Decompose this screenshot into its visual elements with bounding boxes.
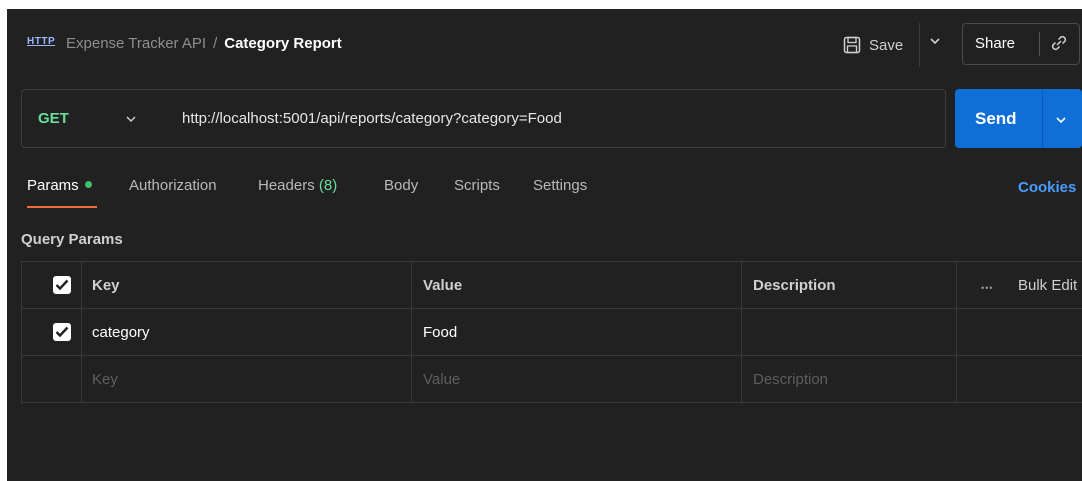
- tab-authorization[interactable]: Authorization: [129, 177, 217, 194]
- cookies-link[interactable]: Cookies: [1018, 179, 1076, 196]
- send-button[interactable]: Send: [975, 109, 1017, 129]
- request-editor: HTTP Expense Tracker API / Category Report…: [7, 9, 1082, 481]
- save-button[interactable]: Save: [843, 32, 903, 58]
- breadcrumb-separator: /: [213, 35, 218, 52]
- divider: [1042, 89, 1043, 148]
- divider: [919, 23, 920, 67]
- column-header-value: Value: [423, 277, 463, 294]
- param-enabled-checkbox[interactable]: [53, 323, 71, 341]
- url-bar: GET http://localhost:5001/api/reports/ca…: [21, 89, 946, 148]
- tab-scripts[interactable]: Scripts: [454, 177, 500, 194]
- select-all-checkbox[interactable]: [53, 276, 71, 294]
- params-indicator-dot: [84, 181, 92, 188]
- param-key-input[interactable]: category: [92, 324, 150, 341]
- save-label: Save: [869, 36, 904, 54]
- tab-body[interactable]: Body: [384, 177, 418, 194]
- method-chevron-down-icon[interactable]: [125, 112, 137, 130]
- table-header-row: Key Value Description ••• Bulk Edit: [22, 262, 1082, 309]
- divider: [1039, 32, 1040, 56]
- save-icon: [843, 36, 861, 54]
- save-options-chevron-icon[interactable]: [929, 35, 941, 50]
- query-params-title: Query Params: [21, 231, 123, 248]
- request-header: HTTP Expense Tracker API / Category Report…: [7, 9, 1082, 81]
- tab-headers[interactable]: Headers (8): [258, 177, 337, 194]
- url-input[interactable]: http://localhost:5001/api/reports/catego…: [182, 110, 562, 127]
- send-button-group: Send: [955, 89, 1082, 148]
- tab-label: Headers: [258, 177, 315, 194]
- new-key-input[interactable]: Key: [92, 371, 118, 388]
- active-tab-indicator: [27, 206, 97, 208]
- headers-count-badge: (8): [318, 177, 338, 194]
- share-button-group: Share: [962, 23, 1080, 65]
- table-row-empty: Key Value Description: [22, 356, 1082, 403]
- param-value-input[interactable]: Food: [423, 324, 457, 341]
- column-header-key: Key: [92, 277, 120, 294]
- new-value-input[interactable]: Value: [423, 371, 460, 388]
- table-row: category Food: [22, 309, 1082, 356]
- query-params-table: Key Value Description ••• Bulk Edit cate…: [21, 261, 1082, 404]
- breadcrumb: Expense Tracker API / Category Report: [66, 35, 342, 52]
- tab-params[interactable]: Params: [27, 177, 92, 194]
- http-icon: HTTP: [27, 36, 56, 47]
- tab-label: Params: [27, 177, 79, 194]
- send-options-chevron-icon[interactable]: [1055, 113, 1067, 131]
- breadcrumb-collection[interactable]: Expense Tracker API: [66, 35, 206, 52]
- more-options-icon[interactable]: •••: [981, 283, 993, 293]
- bulk-edit-button[interactable]: Bulk Edit: [1018, 277, 1077, 294]
- share-button[interactable]: Share: [975, 35, 1015, 52]
- column-header-description: Description: [753, 277, 836, 294]
- tab-settings[interactable]: Settings: [533, 177, 587, 194]
- new-description-input[interactable]: Description: [753, 371, 828, 388]
- request-name[interactable]: Category Report: [224, 35, 342, 52]
- copy-link-icon[interactable]: [1049, 33, 1069, 58]
- method-selector[interactable]: GET: [38, 110, 69, 127]
